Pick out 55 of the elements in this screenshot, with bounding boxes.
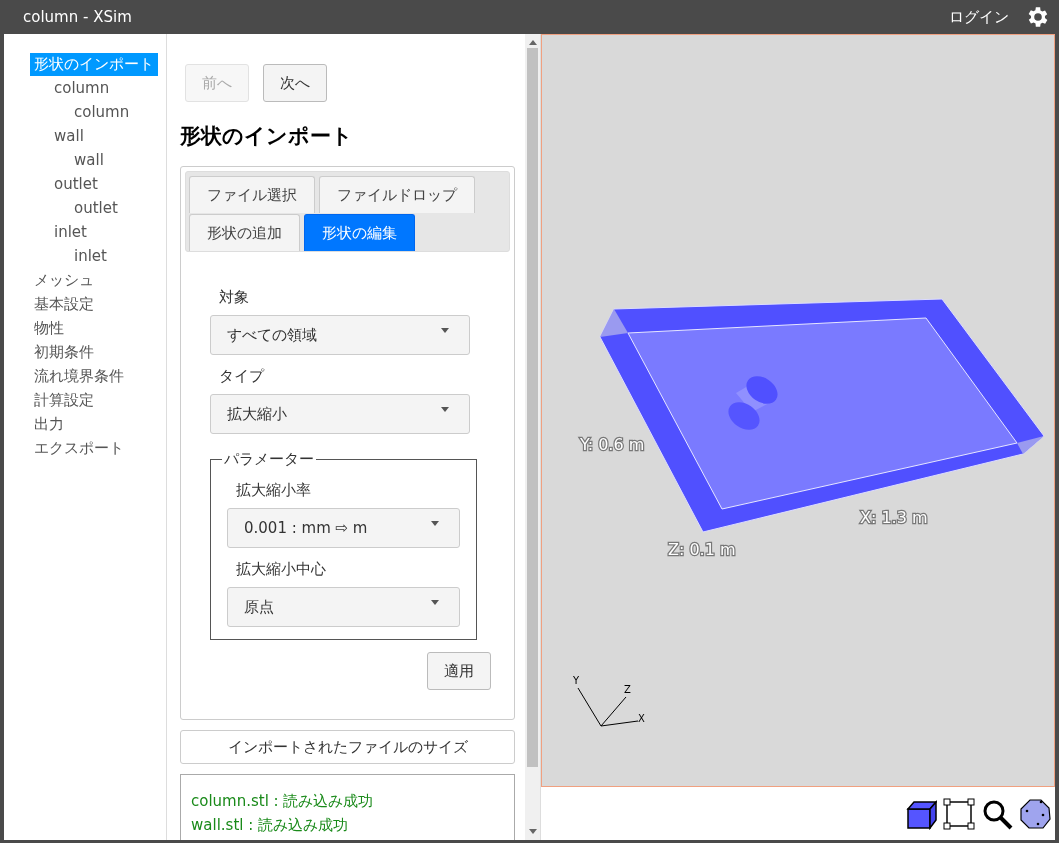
tree-item[interactable]: inlet <box>50 220 91 244</box>
tree-item[interactable]: 計算設定 <box>30 388 98 412</box>
tree-item[interactable]: outlet <box>70 196 122 220</box>
tree-item[interactable]: 初期条件 <box>30 340 98 364</box>
field-label: 対象 <box>219 288 250 307</box>
caret-icon <box>431 599 439 605</box>
dropdown[interactable]: 拡大縮小 <box>210 394 470 434</box>
tab[interactable]: ファイル選択 <box>189 176 315 213</box>
tab[interactable]: 形状の追加 <box>189 214 300 251</box>
tree-item[interactable]: column <box>50 76 114 100</box>
file-size-button[interactable]: インポートされたファイルのサイズ <box>180 730 515 764</box>
scrollbar[interactable] <box>525 34 540 840</box>
axis-label: X <box>638 713 645 724</box>
apply-button[interactable]: 適用 <box>427 652 491 690</box>
log-line: column.stl : 読み込み成功 <box>191 791 375 812</box>
cube-icon[interactable] <box>905 797 937 830</box>
tree-item[interactable]: 流れ境界条件 <box>30 364 128 388</box>
tree-item[interactable]: 基本設定 <box>30 292 98 316</box>
tree-item[interactable]: column <box>70 100 134 124</box>
dimension-label: X: 1.3 m <box>860 508 928 527</box>
tree-item[interactable]: inlet <box>70 244 111 268</box>
dropdown[interactable]: 原点 <box>227 587 460 627</box>
polyhedron-icon[interactable] <box>1019 797 1051 830</box>
field-label: 拡大縮小中心 <box>236 560 327 579</box>
tree-item[interactable]: 物性 <box>30 316 68 340</box>
field-label: タイプ <box>219 367 266 386</box>
field-label: 拡大縮小率 <box>236 481 312 500</box>
caret-icon <box>441 406 449 412</box>
tree-item[interactable]: outlet <box>50 172 102 196</box>
scroll-thumb[interactable] <box>527 48 538 767</box>
dimension-label: Z: 0.1 m <box>668 540 736 559</box>
tree-item[interactable]: 出力 <box>30 412 68 436</box>
window-title: column - XSim <box>23 8 133 26</box>
login-link[interactable]: ログイン <box>949 7 1009 27</box>
selection-rectangle-icon[interactable] <box>943 797 975 830</box>
axis-triad-drawing <box>577 687 639 727</box>
caret-icon <box>431 520 439 526</box>
dimension-label: Y: 0.6 m <box>580 435 645 454</box>
tree-item[interactable]: wall <box>70 148 108 172</box>
dropdown[interactable]: 0.001 : mm ⇨ m <box>227 508 460 548</box>
tree-item[interactable]: メッシュ <box>30 268 98 292</box>
dropdown[interactable]: すべての領域 <box>210 315 470 355</box>
nav-button[interactable]: 次へ <box>263 64 327 102</box>
axis-label: Y <box>573 675 580 686</box>
section-heading: 形状のインポート <box>180 123 354 150</box>
scroll-down-icon[interactable] <box>528 829 537 834</box>
tab[interactable]: ファイルドロップ <box>319 176 475 213</box>
3d-viewport[interactable]: Y: 0.6 m X: 1.3 m Z: 0.1 m Y Z X <box>541 34 1055 787</box>
group-legend: パラメーター <box>222 450 316 469</box>
axis-label: Z <box>624 684 631 695</box>
tree-item[interactable]: エクスポート <box>30 436 128 460</box>
tab[interactable]: 形状の編集 <box>304 214 415 251</box>
caret-icon <box>441 327 449 333</box>
log-line: wall.stl : 読み込み成功 <box>191 815 350 836</box>
tree-item[interactable]: wall <box>50 124 88 148</box>
